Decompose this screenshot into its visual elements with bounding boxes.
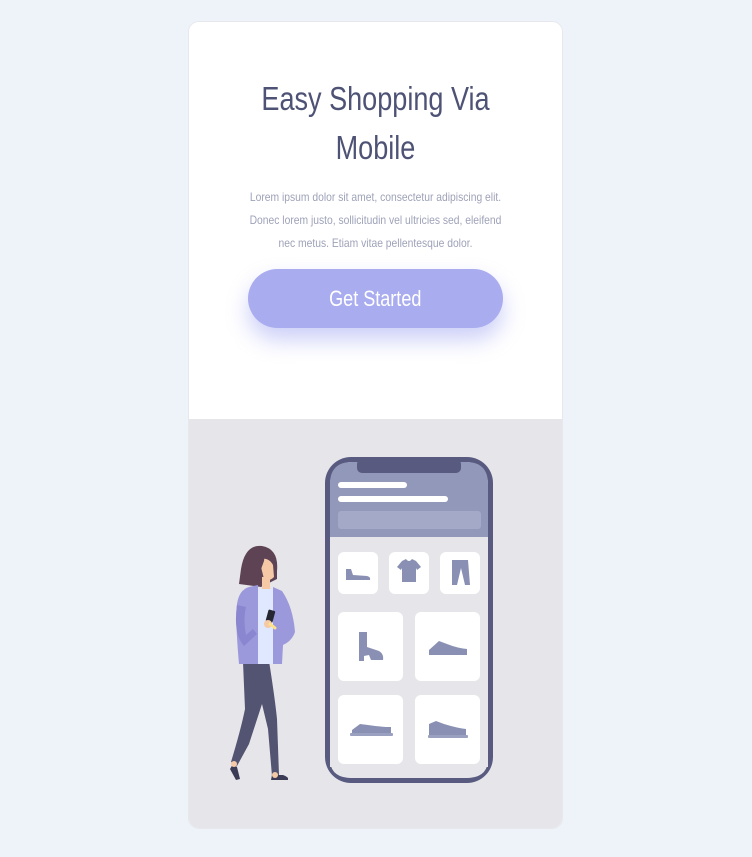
hero-section: Easy Shopping Via Mobile Lorem ipsum dol… [189, 22, 562, 419]
shopping-illustration [230, 457, 493, 783]
onboarding-card: Easy Shopping Via Mobile Lorem ipsum dol… [189, 22, 562, 828]
illustration-panel [189, 419, 562, 828]
woman-figure [230, 545, 295, 780]
page-title: Easy Shopping Via Mobile [261, 80, 490, 166]
hero-description: Lorem ipsum dolor sit amet, consectetur … [249, 190, 502, 250]
get-started-button[interactable]: Get Started [248, 269, 503, 328]
get-started-label: Get Started [329, 285, 422, 311]
